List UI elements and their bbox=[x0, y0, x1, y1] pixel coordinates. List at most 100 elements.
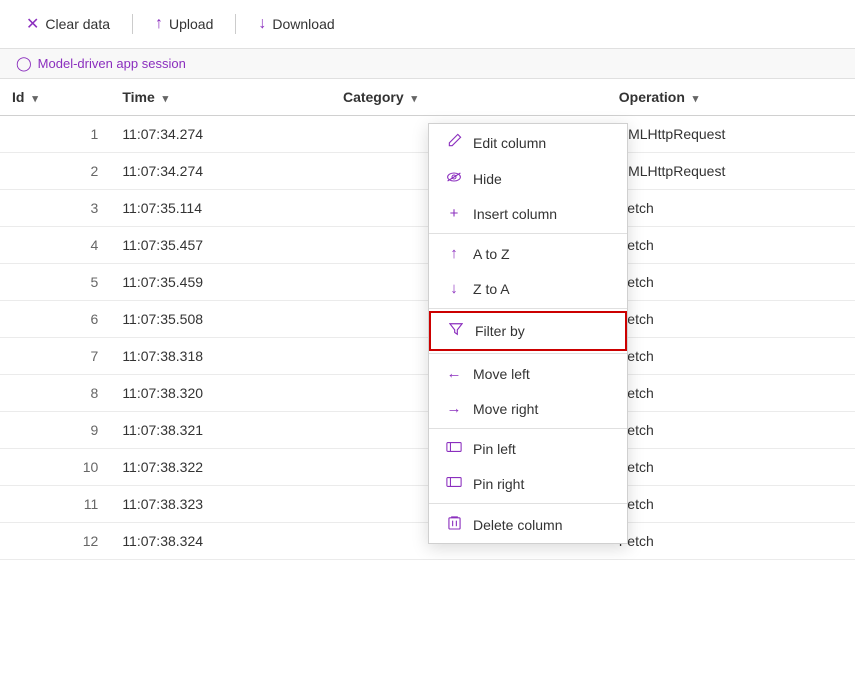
sort-icon-time: ▾ bbox=[163, 93, 169, 105]
clear-data-label: Clear data bbox=[45, 16, 110, 32]
toolbar-separator-1 bbox=[132, 14, 133, 34]
cell-time: 11:07:34.274 bbox=[110, 153, 331, 190]
z-to-a-label: Z to A bbox=[473, 281, 510, 297]
pin-left-label: Pin left bbox=[473, 441, 516, 457]
download-icon: ↓ bbox=[258, 15, 266, 33]
filter-by-label: Filter by bbox=[475, 323, 525, 339]
menu-item-filter-by[interactable]: Filter by bbox=[429, 311, 627, 351]
a-to-z-label: A to Z bbox=[473, 246, 510, 262]
table-header-row: Id ▾ Time ▾ Category ▾ Operation ▾ bbox=[0, 79, 855, 116]
pin-right-icon bbox=[445, 475, 463, 492]
move-left-label: Move left bbox=[473, 366, 530, 382]
cell-time: 11:07:34.274 bbox=[110, 116, 331, 153]
delete-column-label: Delete column bbox=[473, 517, 563, 533]
cell-operation: Fetch bbox=[607, 227, 855, 264]
insert-column-label: Insert column bbox=[473, 206, 557, 222]
delete-column-icon bbox=[445, 515, 463, 534]
cell-time: 11:07:35.114 bbox=[110, 190, 331, 227]
sort-icon-operation: ▾ bbox=[693, 93, 699, 105]
pin-right-label: Pin right bbox=[473, 476, 524, 492]
download-label: Download bbox=[272, 16, 334, 32]
cell-time: 11:07:35.459 bbox=[110, 264, 331, 301]
cell-time: 11:07:38.321 bbox=[110, 412, 331, 449]
cell-id: 11 bbox=[0, 486, 110, 523]
a-to-z-icon: ↑ bbox=[445, 245, 463, 262]
cell-operation: Fetch bbox=[607, 412, 855, 449]
hide-label: Hide bbox=[473, 171, 502, 187]
cell-operation: XMLHttpRequest bbox=[607, 116, 855, 153]
session-bar: ◯ Model-driven app session bbox=[0, 49, 855, 79]
menu-separator bbox=[429, 233, 627, 234]
cell-id: 8 bbox=[0, 375, 110, 412]
column-header-time[interactable]: Time ▾ bbox=[110, 79, 331, 116]
cell-operation: Fetch bbox=[607, 264, 855, 301]
session-label: Model-driven app session bbox=[38, 56, 186, 71]
edit-column-label: Edit column bbox=[473, 135, 546, 151]
toolbar-separator-2 bbox=[235, 14, 236, 34]
z-to-a-icon: ↓ bbox=[445, 280, 463, 297]
cell-id: 4 bbox=[0, 227, 110, 264]
cell-operation: Fetch bbox=[607, 449, 855, 486]
cell-operation: Fetch bbox=[607, 486, 855, 523]
cell-id: 6 bbox=[0, 301, 110, 338]
menu-item-insert-column[interactable]: + Insert column bbox=[429, 196, 627, 231]
menu-item-delete-column[interactable]: Delete column bbox=[429, 506, 627, 543]
toolbar: ✕ Clear data ↑ Upload ↓ Download bbox=[0, 0, 855, 49]
menu-separator bbox=[429, 353, 627, 354]
cell-id: 2 bbox=[0, 153, 110, 190]
move-left-icon: ← bbox=[445, 365, 463, 382]
menu-item-move-right[interactable]: → Move right bbox=[429, 391, 627, 426]
column-header-category[interactable]: Category ▾ bbox=[331, 79, 607, 116]
menu-separator bbox=[429, 503, 627, 504]
cell-time: 11:07:38.324 bbox=[110, 523, 331, 560]
cell-time: 11:07:35.457 bbox=[110, 227, 331, 264]
upload-button[interactable]: ↑ Upload bbox=[145, 9, 223, 39]
cell-operation: Fetch bbox=[607, 338, 855, 375]
sort-icon-category: ▾ bbox=[412, 93, 418, 105]
cell-id: 9 bbox=[0, 412, 110, 449]
clear-data-button[interactable]: ✕ Clear data bbox=[16, 8, 120, 40]
cell-time: 11:07:35.508 bbox=[110, 301, 331, 338]
menu-item-pin-right[interactable]: Pin right bbox=[429, 466, 627, 501]
session-icon: ◯ bbox=[16, 55, 32, 72]
menu-item-edit-column[interactable]: Edit column bbox=[429, 124, 627, 161]
cell-operation: Fetch bbox=[607, 375, 855, 412]
upload-label: Upload bbox=[169, 16, 213, 32]
menu-separator bbox=[429, 428, 627, 429]
cell-operation: Fetch bbox=[607, 190, 855, 227]
column-header-operation[interactable]: Operation ▾ bbox=[607, 79, 855, 116]
cell-id: 5 bbox=[0, 264, 110, 301]
clear-data-icon: ✕ bbox=[26, 14, 39, 34]
move-right-icon: → bbox=[445, 400, 463, 417]
pin-left-icon bbox=[445, 440, 463, 457]
table-container: Id ▾ Time ▾ Category ▾ Operation ▾ 1 11:… bbox=[0, 79, 855, 560]
cell-operation: Fetch bbox=[607, 301, 855, 338]
cell-id: 1 bbox=[0, 116, 110, 153]
cell-id: 12 bbox=[0, 523, 110, 560]
cell-time: 11:07:38.320 bbox=[110, 375, 331, 412]
upload-icon: ↑ bbox=[155, 15, 163, 33]
cell-time: 11:07:38.322 bbox=[110, 449, 331, 486]
cell-operation: Fetch bbox=[607, 523, 855, 560]
edit-column-icon bbox=[445, 133, 463, 152]
filter-by-icon bbox=[447, 322, 465, 340]
cell-id: 7 bbox=[0, 338, 110, 375]
menu-item-pin-left[interactable]: Pin left bbox=[429, 431, 627, 466]
menu-item-hide[interactable]: Hide bbox=[429, 161, 627, 196]
hide-icon bbox=[445, 170, 463, 187]
menu-item-z-to-a[interactable]: ↓ Z to A bbox=[429, 271, 627, 306]
sort-icon-id: ▾ bbox=[32, 93, 38, 105]
cell-id: 10 bbox=[0, 449, 110, 486]
download-button[interactable]: ↓ Download bbox=[248, 9, 344, 39]
cell-operation: XMLHttpRequest bbox=[607, 153, 855, 190]
move-right-label: Move right bbox=[473, 401, 538, 417]
menu-item-move-left[interactable]: ← Move left bbox=[429, 356, 627, 391]
menu-separator bbox=[429, 308, 627, 309]
menu-item-a-to-z[interactable]: ↑ A to Z bbox=[429, 236, 627, 271]
insert-column-icon: + bbox=[445, 205, 463, 222]
cell-time: 11:07:38.323 bbox=[110, 486, 331, 523]
cell-time: 11:07:38.318 bbox=[110, 338, 331, 375]
cell-id: 3 bbox=[0, 190, 110, 227]
column-context-menu: Edit column Hide + Insert column ↑ A to … bbox=[428, 123, 628, 544]
column-header-id[interactable]: Id ▾ bbox=[0, 79, 110, 116]
